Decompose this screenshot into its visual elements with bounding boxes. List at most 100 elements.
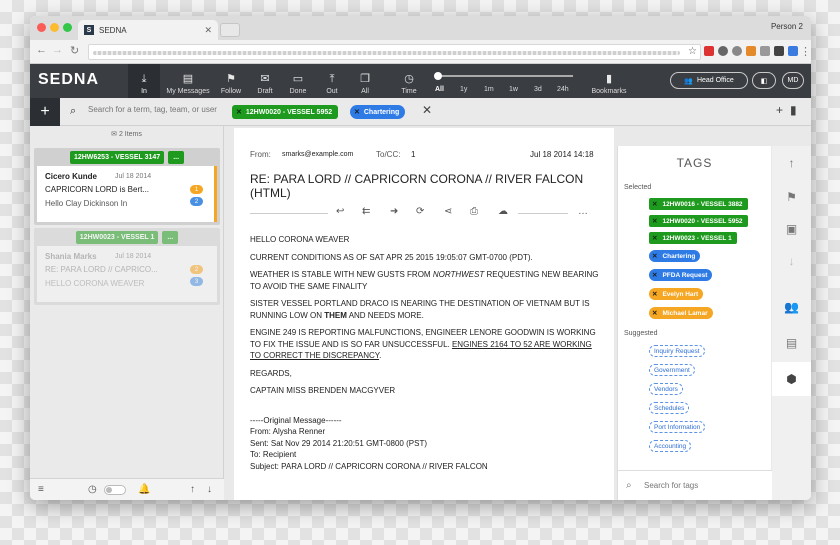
remove-tag-icon[interactable]: ✕ (652, 309, 657, 317)
share-icon[interactable]: ⋖ (444, 206, 452, 217)
thread-group[interactable]: 12HW6253 - VESSEL 3147 ... Cicero Kunde … (34, 148, 220, 225)
reply-all-icon[interactable]: ⇇ (362, 206, 370, 217)
back-arrow-icon[interactable]: ← (36, 44, 47, 56)
vessel-tag[interactable]: 12HW0023 - VESSEL 1 (75, 230, 159, 244)
suggested-tag[interactable]: Vendors (649, 383, 683, 395)
remove-tag-icon[interactable]: ✕ (652, 234, 657, 242)
suggested-tag[interactable]: Port Information (649, 421, 706, 433)
minimize-window-button[interactable] (50, 23, 59, 32)
search-input[interactable] (88, 105, 228, 114)
arrow-down-icon[interactable]: ↓ (772, 244, 811, 278)
nav-my-messages[interactable]: ▤ My Messages (162, 64, 214, 98)
archive-icon[interactable]: ▣ (772, 212, 811, 246)
user-avatar[interactable]: MD (782, 72, 804, 89)
arrow-down-icon[interactable]: ↓ (207, 484, 212, 495)
nav-all[interactable]: ❐ All (353, 64, 377, 98)
remove-tag-icon[interactable]: ✕ (652, 271, 657, 279)
remove-tag-icon[interactable]: ✕ (652, 200, 657, 208)
extension-icon[interactable] (788, 46, 798, 56)
bookmark-icon[interactable]: ▮ (790, 103, 797, 117)
range-24h[interactable]: 24h (557, 86, 569, 93)
print-icon[interactable]: ⎙ (470, 206, 478, 217)
extension-icon[interactable] (732, 46, 742, 56)
suggested-tag[interactable]: Government (649, 364, 695, 376)
remove-chip-icon[interactable]: ✕ (354, 108, 360, 116)
users-icon[interactable]: 👥 (772, 290, 811, 324)
nav-out[interactable]: ⤒ Out (320, 64, 344, 98)
nav-draft[interactable]: ✉ Draft (251, 64, 279, 98)
vessel-tag[interactable]: 12HW6253 - VESSEL 3147 (69, 150, 165, 164)
search-chip-chartering[interactable]: ✕ Chartering (350, 105, 406, 119)
selected-tag[interactable]: ✕ 12HW0016 - VESSEL 3882 (649, 198, 748, 210)
tag-search-input[interactable] (644, 481, 754, 490)
browser-tab[interactable]: S SEDNA ✕ (78, 20, 218, 40)
panel-toggle-button[interactable]: ◧ (752, 72, 776, 89)
nav-in[interactable]: ⤓ In (128, 64, 160, 98)
from-address[interactable]: smarks@example.com (282, 151, 353, 158)
more-tags-button[interactable]: ... (168, 150, 185, 164)
to-count[interactable]: 1 (411, 150, 415, 159)
selected-tag[interactable]: ✕ Evelyn Hart (649, 288, 704, 300)
time-range-handle[interactable] (434, 72, 442, 80)
reply-icon[interactable]: ↩ (336, 206, 344, 217)
reload-icon[interactable]: ↻ (70, 44, 79, 57)
range-all[interactable]: All (435, 86, 444, 93)
add-bookmark-icon[interactable]: + (776, 103, 783, 117)
close-tab-icon[interactable]: ✕ (204, 25, 212, 36)
nav-time[interactable]: ◷ Time (396, 64, 422, 98)
close-window-button[interactable] (37, 23, 46, 32)
suggested-tag[interactable]: Accounting (649, 440, 692, 452)
search-chip-vessel[interactable]: ✕ 12HW0020 - VESSEL 5952 (232, 105, 339, 119)
extension-icon[interactable] (760, 46, 770, 56)
nav-done[interactable]: ▭ Done (284, 64, 312, 98)
bell-icon[interactable]: 🔔 (138, 484, 150, 495)
comment-icon[interactable]: ▤ (772, 326, 811, 360)
sync-icon[interactable]: ⟳ (416, 206, 424, 217)
clock-icon[interactable]: ◷ (88, 484, 97, 495)
selected-tag[interactable]: ✕ Michael Lamar (649, 307, 713, 319)
nav-follow[interactable]: ⚑ Follow (216, 64, 246, 98)
more-tags-button[interactable]: ... (162, 230, 179, 244)
time-range-slider[interactable] (438, 75, 573, 77)
remove-tag-icon[interactable]: ✕ (652, 217, 657, 225)
selected-tag[interactable]: ✕ 12HW0020 - VESSEL 5952 (649, 215, 748, 227)
bookmark-star-icon[interactable]: ☆ (688, 46, 697, 57)
extension-icon[interactable] (774, 46, 784, 56)
cloud-download-icon[interactable]: ☁ (498, 206, 508, 217)
flag-icon[interactable]: ⚑ (772, 180, 811, 214)
remove-tag-icon[interactable]: ✕ (652, 252, 657, 260)
list-item[interactable]: Cicero Kunde Jul 18 2014 CAPRICORN LORD … (37, 166, 217, 222)
browser-menu-icon[interactable]: ⋮ (800, 45, 811, 58)
sort-icon[interactable]: ≡ (38, 484, 44, 495)
remove-tag-icon[interactable]: ✕ (652, 290, 657, 298)
extension-icon[interactable] (746, 46, 756, 56)
arrow-up-icon[interactable]: ↑ (772, 146, 811, 180)
clear-search-icon[interactable]: ✕ (422, 103, 432, 117)
arrow-up-icon[interactable]: ↑ (190, 484, 195, 495)
suggested-tag[interactable]: Schedules (649, 402, 690, 414)
snooze-toggle[interactable] (104, 485, 126, 495)
nav-bookmarks[interactable]: ▮ Bookmarks (586, 64, 632, 98)
thread-group[interactable]: 12HW0023 - VESSEL 1 ... Shania Marks Jul… (34, 228, 220, 305)
range-1w[interactable]: 1w (509, 86, 518, 93)
range-1y[interactable]: 1y (460, 86, 467, 93)
range-1m[interactable]: 1m (484, 86, 494, 93)
new-tab-button[interactable] (220, 23, 240, 37)
compose-button[interactable]: + (30, 98, 60, 126)
selected-tag[interactable]: ✕ 12HW0023 - VESSEL 1 (649, 232, 737, 244)
url-field[interactable]: ☆ (88, 44, 701, 60)
maximize-window-button[interactable] (63, 23, 72, 32)
more-options-icon[interactable]: … (578, 206, 588, 217)
selected-tag[interactable]: ✕ PFDA Request (649, 269, 713, 281)
range-3d[interactable]: 3d (534, 86, 542, 93)
selected-tag[interactable]: ✕ Chartering (649, 250, 701, 262)
forward-icon[interactable]: ➜ (390, 206, 398, 217)
remove-chip-icon[interactable]: ✕ (236, 108, 242, 116)
suggested-tag[interactable]: Inquiry Request (649, 345, 705, 357)
extension-icon[interactable] (704, 46, 714, 56)
profile-name[interactable]: Person 2 (771, 22, 803, 31)
extension-icon[interactable] (718, 46, 728, 56)
team-selector[interactable]: 👥 Head Office (670, 72, 748, 89)
forward-arrow-icon[interactable]: → (52, 44, 63, 56)
list-item[interactable]: Shania Marks Jul 18 2014 RE: PARA LORD /… (37, 246, 217, 302)
